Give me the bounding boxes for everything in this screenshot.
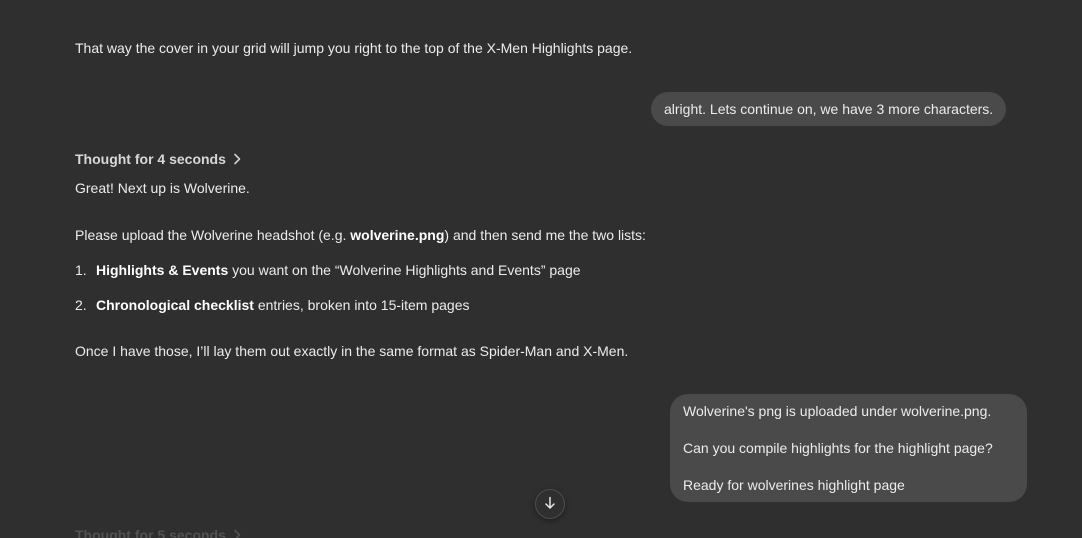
user-message-bubble: Wolverine's png is uploaded under wolver…	[670, 394, 1027, 502]
upload-filename: wolverine.png	[350, 227, 445, 243]
chevron-right-icon	[232, 153, 242, 165]
chevron-right-icon	[232, 529, 242, 538]
list-item-text: you want on the “Wolverine Highlights an…	[228, 262, 581, 278]
thought-toggle[interactable]: Thought for 4 seconds	[75, 151, 242, 167]
list-item: 1. Highlights & Events you want on the “W…	[75, 260, 581, 280]
user-message-text: alright. Lets continue on, we have 3 mor…	[664, 101, 994, 117]
previous-assistant-message-tail: That way the cover in your grid will jum…	[75, 40, 633, 56]
list-item-title: Highlights & Events	[96, 262, 229, 278]
thought-toggle[interactable]: Thought for 5 seconds	[75, 527, 242, 538]
thought-label: Thought for 5 seconds	[75, 527, 226, 538]
thought-label: Thought for 4 seconds	[75, 151, 226, 167]
upload-request-pre: Please upload the Wolverine headshot (e.…	[75, 227, 351, 243]
list-item-title: Chronological checklist	[96, 297, 254, 313]
user-message-bubble: alright. Lets continue on, we have 3 mor…	[651, 92, 1007, 126]
list-item: 2. Chronological checklist entries, broke…	[75, 295, 470, 315]
user-message-line: Ready for wolverines highlight page	[683, 477, 905, 493]
chat-view: That way the cover in your grid will jum…	[0, 0, 1082, 538]
scroll-to-bottom-button[interactable]	[535, 489, 565, 519]
upload-request-post: ) and then send me the two lists:	[444, 227, 646, 243]
user-message-line: Can you compile highlights for the highl…	[683, 440, 993, 456]
assistant-intro: Great! Next up is Wolverine.	[75, 180, 250, 196]
list-item-text: entries, broken into 15-item pages	[253, 297, 470, 313]
assistant-upload-request: Please upload the Wolverine headshot (e.…	[75, 225, 646, 245]
arrow-down-icon	[544, 496, 556, 513]
user-message-line: Wolverine's png is uploaded under wolver…	[683, 403, 992, 419]
list-number: 2.	[75, 297, 87, 313]
assistant-closing: Once I have those, I’ll lay them out exa…	[75, 343, 629, 359]
list-number: 1.	[75, 262, 87, 278]
